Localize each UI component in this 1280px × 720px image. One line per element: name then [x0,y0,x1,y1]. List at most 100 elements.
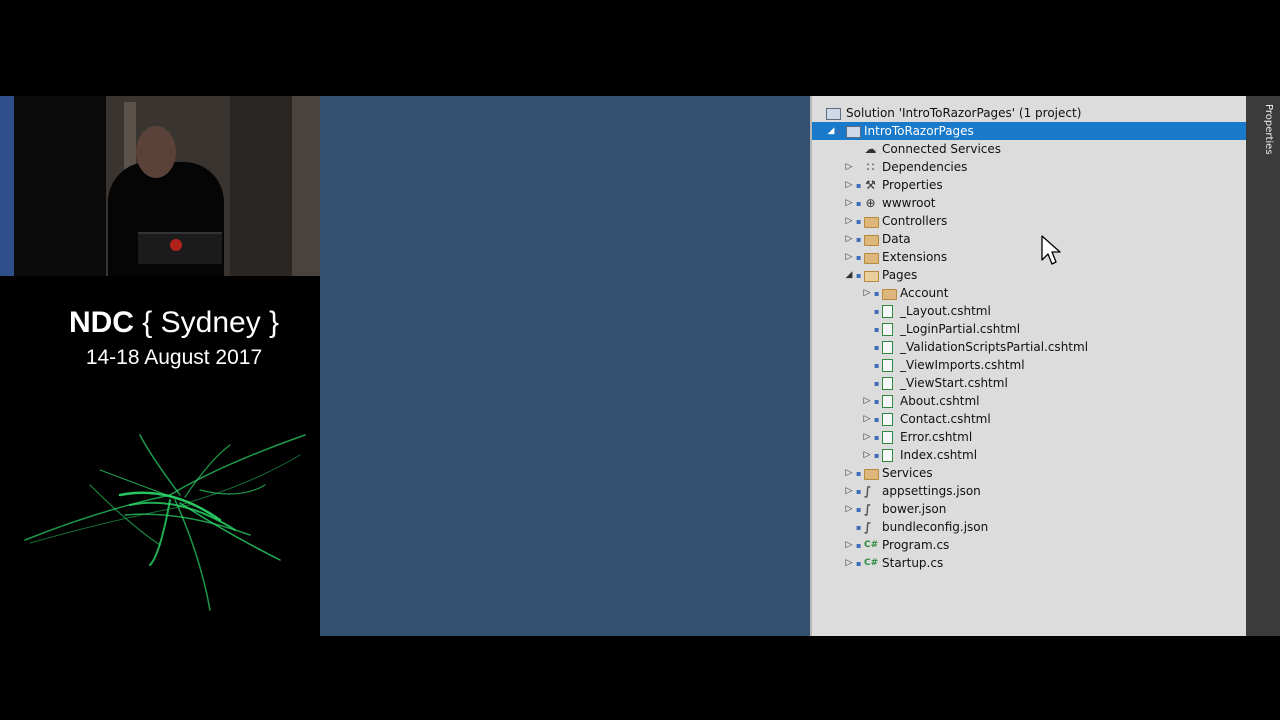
source-control-lock-icon: ▪ [856,505,862,514]
source-control-lock-icon: ▪ [874,289,880,298]
json-file-icon: ∫ [864,520,872,534]
solution-explorer[interactable]: Solution 'IntroToRazorPages' (1 project)… [810,96,1248,636]
tree-item[interactable]: ▷ ▪ Contact.cshtml [812,410,1248,428]
globe-icon: ⊕ [865,196,876,210]
tree-item[interactable]: ▷ ▪ ⚒ Properties [812,176,1248,194]
tree-item-label: bower.json [882,502,947,516]
tree-item[interactable]: ◢ ▪ Pages [812,266,1248,284]
tree-item-label: _LoginPartial.cshtml [900,322,1021,336]
collapsed-arrow-icon[interactable]: ▷ [844,176,854,194]
tree-item-label: wwwroot [882,196,936,210]
collapsed-arrow-icon[interactable]: ▷ [862,410,872,428]
tree-item[interactable]: ▪ _ValidationScriptsPartial.cshtml [812,338,1248,356]
source-control-lock-icon: ▪ [856,487,862,496]
folder-icon [864,217,879,228]
event-city: { Sydney } [142,306,280,339]
tree-item[interactable]: ▷ ▪ About.cshtml [812,392,1248,410]
tree-item-label: Program.cs [882,538,950,552]
source-control-lock-icon: ▪ [856,181,862,190]
tree-item-label: Connected Services [882,142,1002,156]
razor-file-icon [882,305,893,318]
collapsed-arrow-icon[interactable]: ▷ [844,158,854,176]
razor-file-icon [882,341,893,354]
tree-item[interactable]: ▷ ▪ C# Program.cs [812,536,1248,554]
expanded-arrow-icon[interactable]: ◢ [844,266,854,284]
source-control-lock-icon: ▪ [874,433,880,442]
dependencies-icon: ∷ [866,160,875,174]
razor-file-icon [882,377,893,390]
collapsed-arrow-icon[interactable]: ▷ [844,500,854,518]
slide-background [320,96,810,636]
collapsed-arrow-icon[interactable]: ▷ [844,248,854,266]
folder-icon [864,469,879,480]
mouse-cursor-icon [1041,235,1061,265]
tree-item[interactable]: ▪ _LoginPartial.cshtml [812,320,1248,338]
collapsed-arrow-icon[interactable]: ▷ [844,482,854,500]
tree-item[interactable]: ◢ ▪ IntroToRazorPages [812,122,1248,140]
tree-item-label: Controllers [882,214,948,228]
tree-item[interactable]: ▷ ▪ ⊕ wwwroot [812,194,1248,212]
tree-item[interactable]: ▷ ∷ Dependencies [812,158,1248,176]
collapsed-arrow-icon[interactable]: ▷ [844,194,854,212]
tree-item[interactable]: ▷ ▪ Data [812,230,1248,248]
collapsed-arrow-icon[interactable]: ▷ [844,230,854,248]
tree-item-label: Pages [882,268,918,282]
tree-item[interactable]: ▪ ∫ bundleconfig.json [812,518,1248,536]
laptop-sticker [170,239,182,251]
tree-item-label: Startup.cs [882,556,944,570]
collapsed-arrow-icon[interactable]: ▷ [844,464,854,482]
tree-item[interactable]: ▷ ▪ C# Startup.cs [812,554,1248,572]
tree-item[interactable]: ▷ ▪ Index.cshtml [812,446,1248,464]
source-control-lock-icon: ▪ [856,523,862,532]
collapsed-arrow-icon[interactable]: ▷ [844,212,854,230]
collapsed-arrow-icon[interactable]: ▷ [862,446,872,464]
source-control-lock-icon: ▪ [856,541,862,550]
project-icon [846,126,861,138]
source-control-lock-icon: ▪ [874,307,880,316]
tree-item-label: About.cshtml [900,394,980,408]
tree-item-label: Properties [882,178,943,192]
tree-item-label: _ViewImports.cshtml [900,358,1025,372]
collapsed-arrow-icon[interactable]: ▷ [862,284,872,302]
tree-item[interactable]: ▷ ▪ ∫ appsettings.json [812,482,1248,500]
event-brand: NDC [68,306,134,339]
tree-item[interactable]: ▷ ▪ Error.cshtml [812,428,1248,446]
folder-icon [882,289,897,300]
event-dates: 14-18 August 2017 [85,346,263,369]
source-control-lock-icon: ▪ [874,397,880,406]
source-control-lock-icon: ▪ [874,415,880,424]
source-control-lock-icon: ▪ [874,361,880,370]
tree-item[interactable]: ▷ ▪ Account [812,284,1248,302]
solution-row[interactable]: Solution 'IntroToRazorPages' (1 project) [812,104,1248,122]
razor-file-icon [882,323,893,336]
razor-file-icon [882,413,893,426]
json-file-icon: ∫ [864,484,872,498]
collapsed-arrow-icon[interactable]: ▷ [862,392,872,410]
tree-item-label: Dependencies [882,160,968,174]
collapsed-arrow-icon[interactable]: ▷ [844,536,854,554]
collapsed-arrow-icon[interactable]: ▷ [844,554,854,572]
tree-item-label: Error.cshtml [900,430,973,444]
tree-item[interactable]: ▷ ▪ Extensions [812,248,1248,266]
source-control-lock-icon: ▪ [874,379,880,388]
tree-item[interactable]: ▷ ▪ ∫ bower.json [812,500,1248,518]
solution-label: Solution 'IntroToRazorPages' (1 project) [846,106,1082,120]
tree-item-label: _ValidationScriptsPartial.cshtml [900,340,1089,354]
collapsed-arrow-icon[interactable]: ▷ [862,428,872,446]
json-file-icon: ∫ [864,502,872,516]
source-control-lock-icon: ▪ [874,325,880,334]
tree-item[interactable]: ☁ Connected Services [812,140,1248,158]
source-control-lock-icon: ▪ [856,469,862,478]
properties-tab[interactable]: Properties [1250,104,1274,164]
tree-item[interactable]: ▷ ▪ Services [812,464,1248,482]
tree-item[interactable]: ▪ _Layout.cshtml [812,302,1248,320]
tree-item[interactable]: ▪ _ViewStart.cshtml [812,374,1248,392]
tree-item[interactable]: ▷ ▪ Controllers [812,212,1248,230]
source-control-lock-icon: ▪ [836,127,842,136]
csharp-file-icon: C# [864,540,879,550]
tree-item-label: Account [900,286,949,300]
source-control-lock-icon: ▪ [856,271,862,280]
speaker-head [136,126,176,178]
tree-item[interactable]: ▪ _ViewImports.cshtml [812,356,1248,374]
expanded-arrow-icon[interactable]: ◢ [826,122,836,140]
